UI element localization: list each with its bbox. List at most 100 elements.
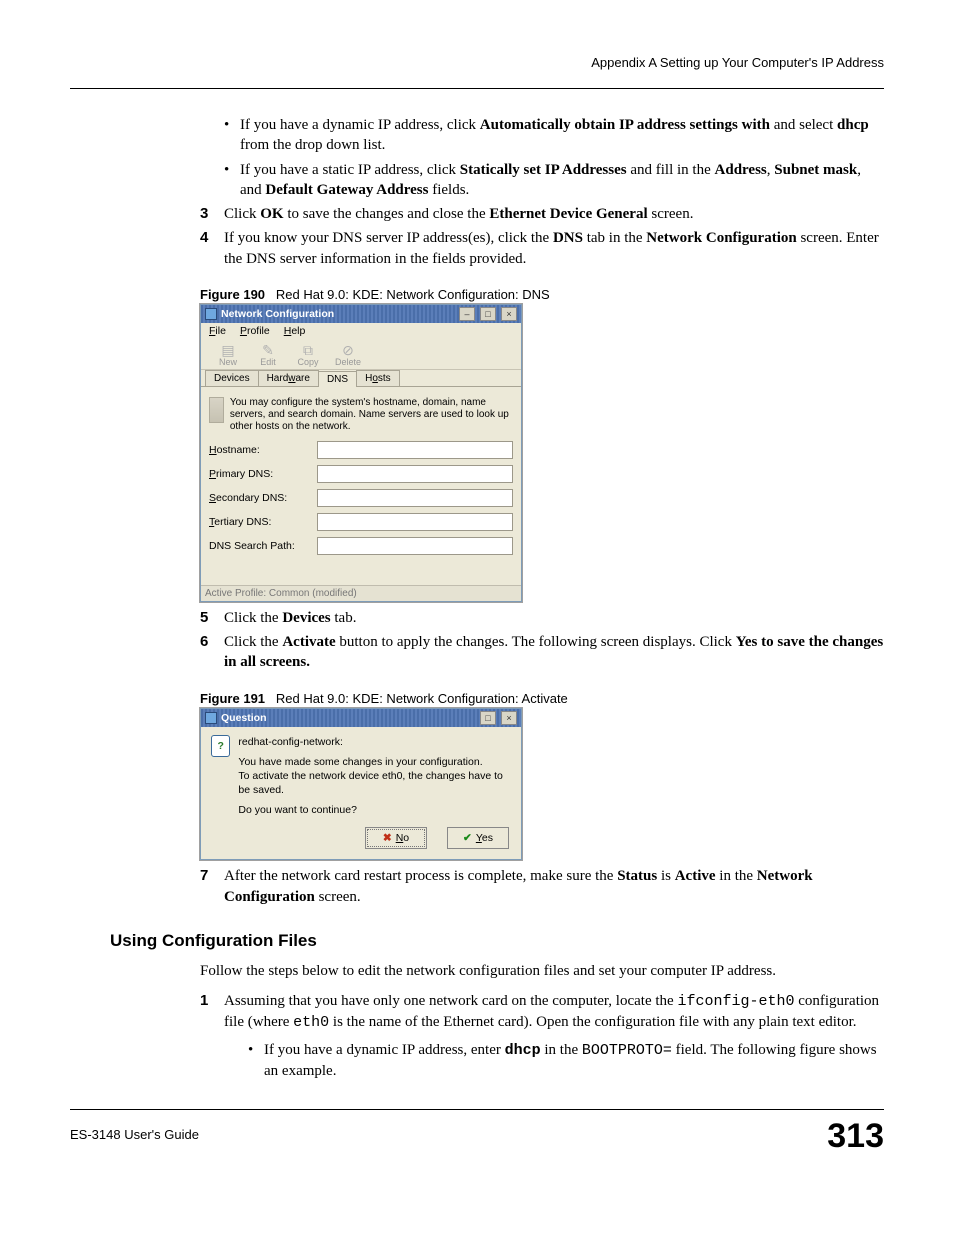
close-button[interactable]: ×	[501, 307, 517, 321]
line2: You have made some changes in your confi…	[238, 755, 511, 769]
dns-info-icon	[209, 397, 224, 423]
hostname-input[interactable]	[317, 441, 513, 459]
text-bold: Address	[715, 162, 767, 178]
secondary-dns-row: Secondary DNS:	[209, 489, 513, 507]
step-number: 4	[200, 228, 208, 248]
text: If you have a static IP address, click	[240, 162, 460, 178]
tertiary-dns-input[interactable]	[317, 513, 513, 531]
text: Click the	[224, 610, 282, 626]
menu-help[interactable]: Help	[284, 325, 306, 337]
text-bold: DNS	[553, 230, 583, 246]
dns-info-row: You may configure the system's hostname,…	[209, 397, 513, 433]
question-icon: ?	[211, 735, 230, 757]
tab-strip: Devices Hardware DNS Hosts	[201, 370, 521, 387]
primary-dns-input[interactable]	[317, 465, 513, 483]
tb-label: Delete	[335, 357, 361, 367]
text-bold: Ethernet Device General	[489, 206, 647, 222]
window-title: Network Configuration	[221, 308, 334, 320]
cfg-step-1: 1 Assuming that you have only one networ…	[200, 991, 884, 1081]
close-button[interactable]: ×	[501, 711, 517, 725]
tab-hosts[interactable]: Hosts	[356, 370, 400, 386]
question-body: ? redhat-config-network: You have made s…	[201, 727, 521, 822]
text: fields.	[428, 182, 469, 198]
text: Assuming that you have only one network …	[224, 993, 677, 1009]
text-bold: Status	[617, 868, 657, 884]
tertiary-dns-label: Tertiary DNS:	[209, 516, 317, 528]
cfg-bullet-dhcp: If you have a dynamic IP address, enter …	[248, 1040, 884, 1082]
dns-panel: You may configure the system's hostname,…	[201, 387, 521, 585]
step-number: 3	[200, 204, 208, 224]
no-button[interactable]: ✖ No	[365, 827, 427, 849]
title-bar[interactable]: Question □ ×	[201, 709, 521, 727]
footer-guide: ES-3148 User's Guide	[70, 1127, 199, 1142]
figure-190-caption: Figure 190 Red Hat 9.0: KDE: Network Con…	[200, 287, 884, 302]
app-icon	[205, 712, 217, 724]
yes-button[interactable]: ✔ Yes	[447, 827, 509, 849]
delete-icon: ⊘	[342, 343, 354, 357]
text: Click	[224, 206, 260, 222]
text: in the	[541, 1042, 582, 1058]
menu-file[interactable]: File	[209, 325, 226, 337]
primary-dns-row: Primary DNS:	[209, 465, 513, 483]
text: If you know your DNS server IP address(e…	[224, 230, 553, 246]
page-number: 313	[827, 1117, 884, 1156]
tab-devices[interactable]: Devices	[205, 370, 259, 386]
text-bold: Statically set IP Addresses	[460, 162, 627, 178]
title-bar[interactable]: Network Configuration – □ ×	[201, 305, 521, 323]
new-button[interactable]: ▤New	[213, 343, 243, 367]
text: from the drop down list.	[240, 137, 385, 153]
hostname-label: Hostname:	[209, 444, 317, 456]
figure-title: Red Hat 9.0: KDE: Network Configuration:…	[276, 287, 550, 302]
figure-191-caption: Figure 191 Red Hat 9.0: KDE: Network Con…	[200, 691, 884, 706]
tb-label: Copy	[297, 357, 318, 367]
edit-icon: ✎	[262, 343, 274, 357]
step-number: 5	[200, 608, 208, 628]
tab-hardware[interactable]: Hardware	[258, 370, 319, 386]
window-title: Question	[221, 712, 267, 724]
text: After the network card restart process i…	[224, 868, 617, 884]
maximize-button[interactable]: □	[480, 307, 496, 321]
text: button to apply the changes. The followi…	[336, 634, 736, 650]
line4: Do you want to continue?	[238, 803, 511, 817]
text: screen.	[315, 889, 361, 905]
secondary-dns-input[interactable]	[317, 489, 513, 507]
tab-label: DNS	[327, 374, 348, 385]
check-icon: ✔	[463, 832, 472, 844]
text: tab.	[331, 610, 357, 626]
step-4: 4 If you know your DNS server IP address…	[200, 228, 884, 269]
text-bold: Network Configuration	[646, 230, 796, 246]
figure-title: Red Hat 9.0: KDE: Network Configuration:…	[276, 691, 568, 706]
menu-profile[interactable]: Profile	[240, 325, 270, 337]
line3: To activate the network device eth0, the…	[238, 769, 511, 797]
text-bold: Default Gateway Address	[265, 182, 428, 198]
step-number: 6	[200, 632, 208, 652]
step-6: 6 Click the Activate button to apply the…	[200, 632, 884, 673]
step-5: 5 Click the Devices tab.	[200, 608, 884, 628]
footer-rule	[70, 1109, 884, 1110]
text: screen.	[648, 206, 694, 222]
mono-text: eth0	[293, 1014, 329, 1031]
text-bold: dhcp	[837, 117, 869, 133]
copy-icon: ⧉	[303, 343, 313, 357]
text: to save the changes and close the	[284, 206, 490, 222]
tb-label: Edit	[260, 357, 276, 367]
search-path-label: DNS Search Path:	[209, 540, 317, 552]
minimize-button[interactable]: –	[459, 307, 475, 321]
toolbar: ▤New ✎Edit ⧉Copy ⊘Delete	[201, 339, 521, 370]
search-path-input[interactable]	[317, 537, 513, 555]
text-bold: Automatically obtain IP address settings…	[480, 117, 770, 133]
status-bar: Active Profile: Common (modified)	[201, 585, 521, 601]
app-icon	[205, 308, 217, 320]
tab-dns[interactable]: DNS	[318, 371, 357, 387]
question-dialog: Question □ × ? redhat-config-network: Yo…	[200, 708, 522, 861]
copy-button[interactable]: ⧉Copy	[293, 343, 323, 367]
network-config-window: Network Configuration – □ × File Profile…	[200, 304, 522, 602]
delete-button[interactable]: ⊘Delete	[333, 343, 363, 367]
edit-button[interactable]: ✎Edit	[253, 343, 283, 367]
maximize-button[interactable]: □	[480, 711, 496, 725]
text-bold: OK	[260, 206, 283, 222]
text: and fill in the	[627, 162, 715, 178]
step-7: 7 After the network card restart process…	[200, 866, 884, 907]
tab-label: Devices	[214, 373, 250, 384]
new-icon: ▤	[221, 343, 234, 357]
